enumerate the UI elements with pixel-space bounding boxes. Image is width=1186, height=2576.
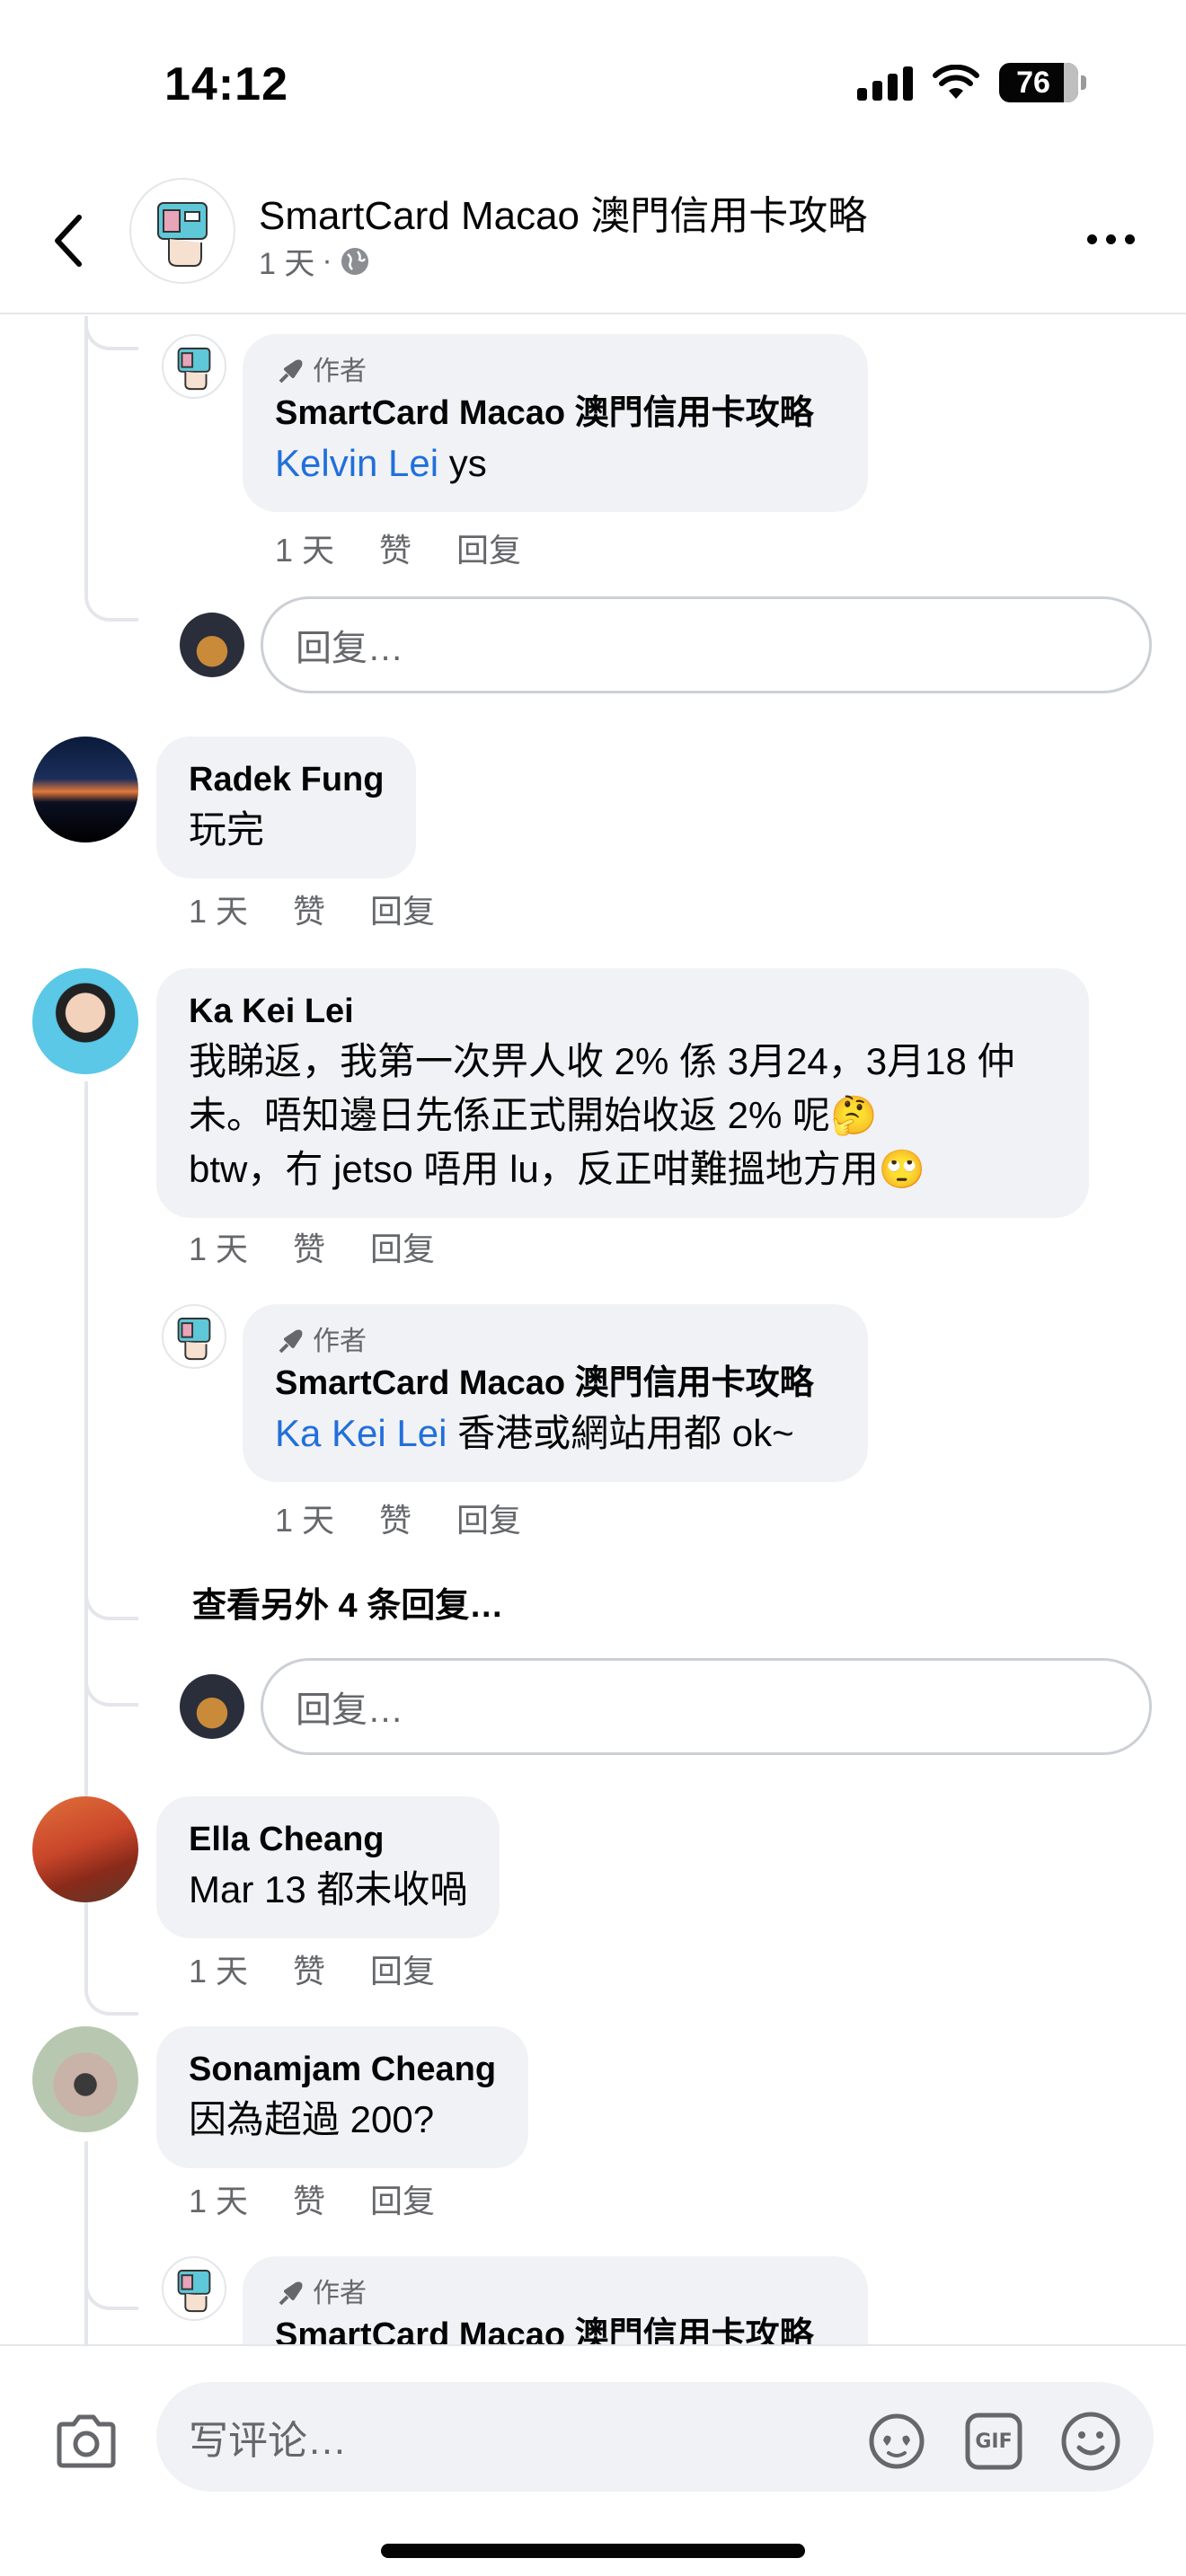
avatar-sticker-button[interactable] [864, 2409, 929, 2474]
globe-icon [341, 247, 368, 275]
author-badge: 作者 [275, 1324, 836, 1360]
commenter-name[interactable]: SmartCard Macao 澳門信用卡攻略 [275, 1360, 836, 1407]
my-avatar [180, 613, 244, 677]
comment-text-line: 未。唔知邊日先係正式開始收返 2% 呢🤔 [189, 1094, 878, 1136]
back-button[interactable] [40, 203, 97, 278]
smartcard-logo-icon [177, 348, 211, 391]
cellular-signal-icon [857, 65, 913, 101]
commenter-avatar[interactable] [32, 737, 138, 842]
reply-bubble[interactable]: 作者 SmartCard Macao 澳門信用卡攻略 Ka Kei Lei 香港… [243, 1304, 868, 1482]
status-icons: 76 [857, 63, 1086, 102]
author-avatar[interactable] [162, 334, 226, 399]
comment-time: 1 天 [275, 532, 335, 569]
camera-icon [57, 2414, 116, 2468]
battery-level: 76 [1016, 65, 1050, 100]
emoji-button[interactable] [1058, 2409, 1123, 2474]
comment-time: 1 天 [189, 1953, 249, 1989]
reply-input[interactable]: 回复… [261, 1658, 1152, 1755]
comment-actions: 1 天 赞 回复 [189, 2175, 435, 2222]
commenter-name[interactable]: Ka Kei Lei [189, 988, 1057, 1035]
microphone-icon [279, 2281, 303, 2306]
comment-composer: 写评论… GIF [0, 2344, 1186, 2576]
commenter-name[interactable]: SmartCard Macao 澳門信用卡攻略 [275, 390, 836, 437]
commenter-avatar[interactable] [32, 2026, 138, 2132]
comment-bubble[interactable]: Sonamjam Cheang 因為超過 200? [156, 2026, 529, 2168]
page-title[interactable]: SmartCard Macao 澳門信用卡攻略 [259, 183, 867, 241]
comment-bubble[interactable]: Ella Cheang Mar 13 都未收喎 [156, 1796, 500, 1938]
post-header: SmartCard Macao 澳門信用卡攻略 1 天 · [0, 171, 1186, 314]
like-button[interactable]: 赞 [293, 1945, 325, 1992]
commenter-name[interactable]: Ella Cheang [189, 1816, 467, 1863]
comment-actions: 1 天 赞 回复 [189, 886, 435, 932]
author-badge: 作者 [275, 2276, 836, 2312]
commenter-avatar[interactable] [32, 968, 138, 1074]
comment-actions: 1 天 赞 回复 [189, 1945, 435, 1992]
reply-input[interactable]: 回复… [261, 596, 1152, 693]
reply-button[interactable]: 回复 [370, 2175, 435, 2222]
microphone-icon [279, 1329, 303, 1354]
avatar-sticker-icon [869, 2413, 925, 2469]
commenter-name[interactable]: Radek Fung [189, 756, 384, 803]
author-avatar[interactable] [162, 1304, 226, 1369]
mention-link[interactable]: Ka Kei Lei [275, 1412, 447, 1454]
post-meta: 1 天 · [259, 239, 370, 283]
battery-icon: 76 [999, 63, 1086, 102]
reply-button[interactable]: 回复 [370, 886, 435, 932]
reply-button[interactable]: 回复 [370, 1223, 435, 1270]
comments-feed[interactable]: 作者 SmartCard Macao 澳門信用卡攻略 Kelvin Lei ys… [0, 316, 1186, 2344]
comment-text: Ka Kei Lei 香港或網站用都 ok~ [275, 1412, 794, 1454]
comment-actions: 1 天 赞 回复 [275, 1495, 521, 1541]
reply-button[interactable]: 回复 [370, 1945, 435, 1992]
like-button[interactable]: 赞 [379, 1495, 412, 1541]
comment-text: Kelvin Lei ys [275, 442, 487, 484]
post-age: 1 天 [259, 247, 315, 281]
status-time: 14:12 [164, 58, 288, 110]
comment-bubble[interactable]: Ka Kei Lei 我睇返，我第一次畀人收 2% 係 3月24，3月18 仲 … [156, 968, 1089, 1218]
reply-bubble[interactable]: 作者 SmartCard Macao 澳門信用卡攻略 Kelvin Lei ys [243, 334, 868, 512]
like-button[interactable]: 赞 [293, 2175, 325, 2222]
commenter-name[interactable]: Sonamjam Cheang [189, 2046, 496, 2093]
author-avatar[interactable] [162, 2256, 226, 2321]
commenter-name[interactable]: SmartCard Macao 澳門信用卡攻略 [275, 2312, 836, 2344]
camera-button[interactable] [54, 2409, 119, 2474]
reply-button[interactable]: 回复 [456, 1495, 521, 1541]
meta-separator: · [322, 243, 332, 278]
like-button[interactable]: 赞 [293, 886, 325, 932]
page-avatar[interactable] [129, 178, 235, 284]
reply-bubble[interactable]: 作者 SmartCard Macao 澳門信用卡攻略 [243, 2256, 868, 2344]
gif-button[interactable]: GIF [961, 2409, 1026, 2474]
smartcard-logo-icon [177, 1318, 211, 1361]
comment-text: 玩完 [189, 808, 265, 851]
comment-text-line: 我睇返，我第一次畀人收 2% 係 3月24，3月18 仲 [189, 1040, 1015, 1082]
commenter-avatar[interactable] [32, 1796, 138, 1902]
gif-label: GIF [975, 2430, 1013, 2453]
view-more-replies-link[interactable]: 查看另外 4 条回复… [192, 1577, 503, 1627]
comment-time: 1 天 [189, 2183, 249, 2219]
comment-text: 因為超過 200? [189, 2098, 435, 2140]
home-indicator[interactable] [381, 2544, 805, 2558]
mention-link[interactable]: Kelvin Lei [275, 442, 438, 484]
microphone-icon [279, 359, 303, 384]
author-badge: 作者 [275, 354, 836, 390]
smartcard-logo-icon [177, 2270, 211, 2313]
like-button[interactable]: 赞 [379, 525, 412, 571]
wifi-icon [933, 65, 979, 99]
like-button[interactable]: 赞 [293, 1223, 325, 1270]
reply-button[interactable]: 回复 [456, 525, 521, 571]
comment-text: Mar 13 都未收喎 [189, 1868, 468, 1910]
more-options-button[interactable] [1075, 212, 1146, 266]
smartcard-logo-icon [157, 202, 208, 267]
comment-text-line: btw，冇 jetso 唔用 lu，反正咁難搵地方用🙄 [189, 1148, 926, 1190]
comment-time: 1 天 [275, 1502, 335, 1539]
comment-actions: 1 天 赞 回复 [275, 525, 521, 571]
comment-time: 1 天 [189, 893, 249, 930]
chevron-left-icon [55, 215, 82, 267]
comment-actions: 1 天 赞 回复 [189, 1223, 435, 1270]
comment-time: 1 天 [189, 1231, 249, 1267]
emoji-icon [1061, 2412, 1120, 2471]
comment-bubble[interactable]: Radek Fung 玩完 [156, 737, 417, 878]
my-avatar [180, 1674, 244, 1739]
